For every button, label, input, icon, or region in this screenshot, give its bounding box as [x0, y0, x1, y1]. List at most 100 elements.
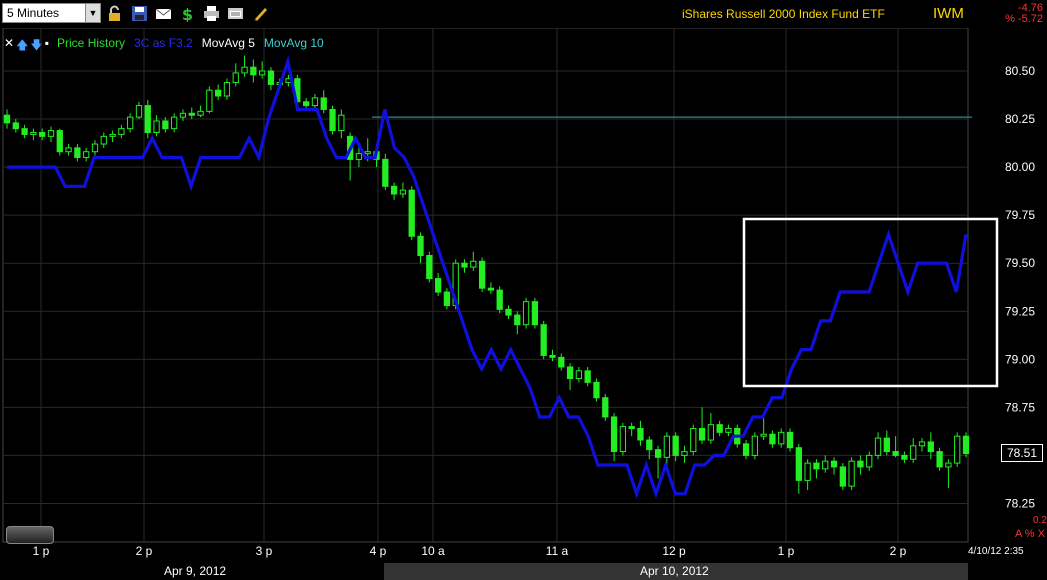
candle-body — [522, 301, 530, 326]
pencil-icon[interactable] — [252, 5, 269, 22]
candle-body — [21, 128, 28, 135]
candle-body — [910, 445, 917, 460]
candle-body — [918, 441, 926, 447]
candle-body — [478, 260, 486, 289]
candle-body — [179, 112, 187, 118]
change-pct-value: % -5.72 — [1005, 13, 1043, 25]
y-tick-label: 79.75 — [1005, 208, 1035, 222]
candle-body — [12, 122, 19, 130]
candle-body — [813, 462, 820, 470]
x-tick-label: 1 p — [32, 544, 50, 558]
candle-body — [302, 101, 310, 107]
candle-body — [637, 427, 644, 441]
toolbar: 5 Minutes ▼ $ iShares Russell 2000 Index… — [0, 0, 1047, 28]
candle-body — [461, 262, 468, 268]
timeframe-select[interactable]: 5 Minutes ▼ — [2, 3, 101, 23]
candle-body — [127, 116, 134, 130]
security-title: iShares Russell 2000 Index Fund ETF — [682, 7, 885, 21]
candle-body — [610, 416, 618, 453]
y-tick-label: 79.25 — [1005, 304, 1035, 318]
candle-body — [540, 324, 547, 356]
candle-body — [162, 120, 169, 130]
candle-body — [822, 460, 829, 470]
candle-body — [91, 143, 99, 153]
candle-body — [39, 132, 46, 137]
candle-body — [619, 426, 627, 453]
y-tick-label: 79.00 — [1005, 352, 1035, 366]
candle-body — [83, 151, 90, 158]
candle-body — [962, 435, 970, 454]
candle-body — [848, 460, 855, 487]
scale-mode-buttons[interactable]: A % X — [1015, 528, 1045, 540]
x-tick-label: 3 p — [255, 544, 273, 558]
candle-body — [707, 424, 714, 441]
lock-icon[interactable] — [106, 5, 123, 22]
x-tick-label: 2 p — [889, 544, 907, 558]
print-icon[interactable] — [203, 5, 220, 22]
candle-body — [769, 433, 776, 445]
x-tick-label: 10 a — [421, 544, 445, 558]
symbol-label: IWM — [933, 5, 964, 22]
candle-body — [109, 133, 116, 137]
candle-body — [839, 466, 846, 487]
last-price-label: 78.51 — [1001, 444, 1043, 462]
x-tick-label: 1 p — [777, 544, 795, 558]
x-tick-label: 12 p — [662, 544, 686, 558]
candle-body — [742, 443, 750, 456]
candle-body — [355, 153, 363, 160]
candle-body — [197, 110, 204, 116]
candle-body — [514, 314, 521, 326]
candle-body — [804, 462, 811, 481]
candle-body — [866, 454, 873, 468]
candle-body — [223, 82, 231, 97]
candle-body — [443, 291, 451, 306]
candle-body — [65, 147, 72, 153]
candle-body — [144, 105, 151, 134]
y-tick-label: 78.75 — [1005, 400, 1035, 414]
y-tick-label: 79.50 — [1005, 256, 1035, 270]
candle-body — [338, 114, 345, 132]
svg-text:$: $ — [182, 5, 193, 22]
candle-body — [118, 128, 125, 135]
y-tick-label: 80.00 — [1005, 160, 1035, 174]
candle-body — [901, 454, 908, 460]
candle-body — [382, 158, 389, 187]
candle-body — [602, 397, 609, 418]
candle-body — [250, 66, 257, 76]
candle-body — [654, 449, 662, 458]
candle-body — [663, 435, 671, 458]
candle-body — [496, 289, 503, 310]
candle-body — [786, 431, 794, 449]
candle-body — [267, 70, 275, 85]
candle-body — [690, 427, 697, 453]
timestamp-label: 4/10/12 2:35 — [968, 546, 1024, 557]
candle-body — [329, 108, 336, 132]
mail-icon[interactable] — [155, 5, 172, 22]
candle-body — [760, 433, 767, 437]
candle-body — [575, 370, 583, 380]
timeframe-value: 5 Minutes — [7, 6, 60, 20]
candle-body — [56, 130, 63, 153]
date-label-1: Apr 9, 2012 — [164, 564, 227, 578]
candle-body — [549, 354, 556, 358]
save-icon[interactable] — [131, 5, 148, 22]
candle-body — [531, 301, 539, 326]
candle-body — [153, 120, 160, 134]
scale-step-label: 0.25 — [1033, 515, 1047, 526]
candle-body — [830, 460, 838, 468]
candle-body — [311, 97, 319, 107]
candle-body — [215, 89, 222, 97]
candle-body — [857, 460, 864, 468]
candle-body — [426, 255, 433, 280]
chevron-down-icon[interactable]: ▼ — [85, 4, 100, 22]
dollar-icon[interactable]: $ — [179, 5, 196, 22]
screen-icon[interactable] — [227, 5, 244, 22]
scroll-handle[interactable] — [6, 526, 54, 544]
candle-body — [593, 381, 600, 399]
candle-body — [135, 105, 143, 118]
price-chart[interactable]: 80.50 80.25 80.00 79.75 79.50 79.25 79.00 78.75… — [0, 28, 1047, 544]
x-tick-label: 4 p — [369, 544, 387, 558]
candle-body — [778, 431, 785, 445]
candle-body — [558, 356, 565, 368]
x-tick-label: 2 p — [135, 544, 153, 558]
